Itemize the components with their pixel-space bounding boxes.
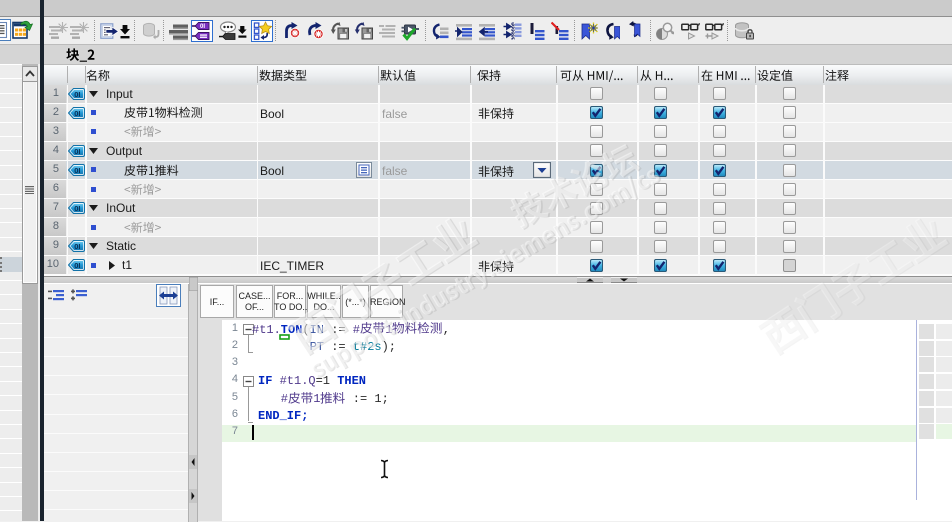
svg-text:0I: 0I bbox=[74, 90, 80, 99]
svg-text:0I: 0I bbox=[74, 166, 80, 175]
svg-text:0I: 0I bbox=[74, 261, 80, 270]
svg-text:0I: 0I bbox=[74, 242, 80, 251]
svg-text:0I: 0I bbox=[74, 109, 80, 118]
svg-text:0I: 0I bbox=[74, 147, 80, 156]
svg-text:0I: 0I bbox=[74, 204, 80, 213]
svg-text:0I: 0I bbox=[200, 24, 205, 30]
